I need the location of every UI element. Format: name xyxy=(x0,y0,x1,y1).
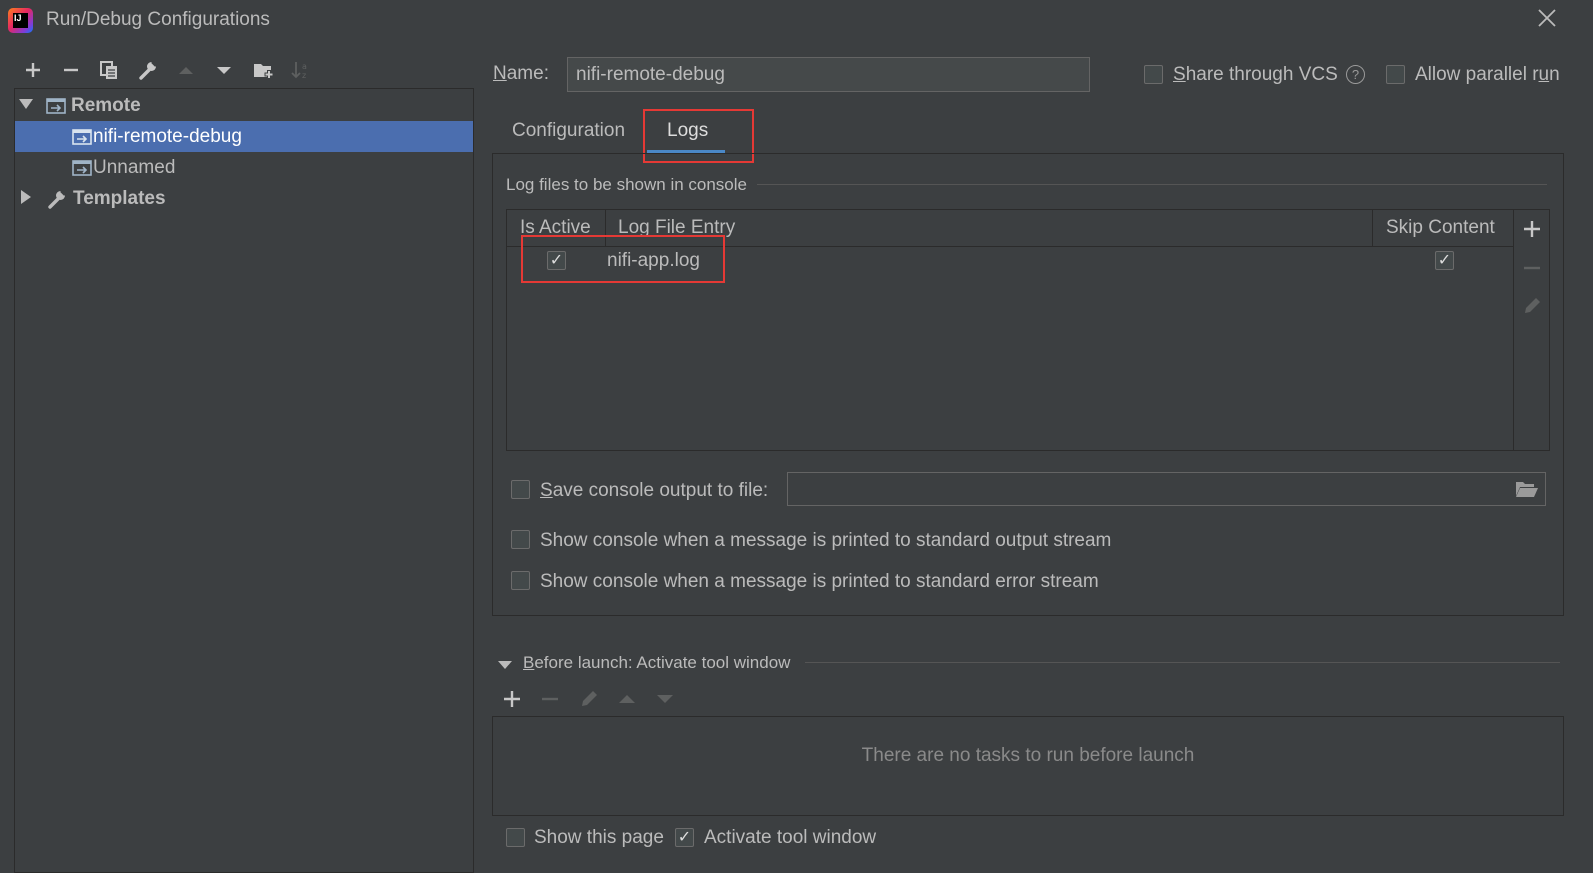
remove-icon xyxy=(539,688,561,710)
remote-config-icon xyxy=(45,96,67,116)
move-down-icon xyxy=(654,688,676,710)
remove-icon[interactable] xyxy=(59,58,83,82)
add-icon[interactable] xyxy=(501,688,523,710)
table-side-toolbar xyxy=(1514,209,1550,451)
allow-parallel-checkbox[interactable] xyxy=(1386,65,1405,84)
move-up-icon xyxy=(616,688,638,710)
new-folder-icon[interactable] xyxy=(252,58,276,82)
add-icon[interactable] xyxy=(1521,218,1543,240)
section-separator xyxy=(805,662,1560,663)
log-files-section-title: Log files to be shown in console xyxy=(506,175,747,194)
save-console-output-label: Save console output to file: xyxy=(540,480,769,501)
collapse-arrow-icon[interactable] xyxy=(19,188,33,210)
highlight-box-log-entry xyxy=(521,235,725,283)
save-output-path-input[interactable] xyxy=(787,472,1546,506)
name-label: Name: xyxy=(493,63,549,84)
wrench-icon[interactable] xyxy=(136,58,160,82)
show-console-stderr-checkbox[interactable] xyxy=(511,571,530,590)
tree-item-label: nifi-remote-debug xyxy=(93,125,242,147)
expand-arrow-icon[interactable] xyxy=(19,95,33,117)
activate-tool-window-label: Activate tool window xyxy=(704,827,877,848)
wrench-icon xyxy=(47,189,69,209)
column-divider xyxy=(1372,210,1373,246)
name-input[interactable]: nifi-remote-debug xyxy=(567,57,1090,92)
show-this-page-checkbox[interactable] xyxy=(506,828,525,847)
tree-label-templates: Templates xyxy=(73,187,166,209)
activate-tool-window-checkbox[interactable]: ✓ xyxy=(675,828,694,847)
before-launch-empty-text: There are no tasks to run before launch xyxy=(861,745,1195,766)
show-console-stderr-label: Show console when a message is printed t… xyxy=(540,571,1099,592)
tree-node-templates[interactable]: Templates xyxy=(15,183,473,214)
folder-browse-icon[interactable] xyxy=(1515,479,1539,501)
save-console-output-checkbox[interactable] xyxy=(511,480,530,499)
edit-pencil-icon xyxy=(578,688,600,710)
allow-parallel-label: Allow parallel run xyxy=(1415,64,1560,85)
tree-node-remote[interactable]: Remote xyxy=(15,90,473,121)
svg-text:z: z xyxy=(302,71,306,80)
before-launch-title[interactable]: Before launch: Activate tool window xyxy=(523,653,790,673)
svg-text:a: a xyxy=(302,62,307,71)
share-vcs-label: Share through VCS xyxy=(1173,64,1338,85)
help-icon[interactable]: ? xyxy=(1346,65,1365,84)
sort-icon: az xyxy=(289,58,313,82)
show-this-page-label: Show this page xyxy=(534,827,664,848)
tree-item-label: Unnamed xyxy=(93,156,176,178)
show-console-stdout-checkbox[interactable] xyxy=(511,530,530,549)
share-vcs-checkbox[interactable] xyxy=(1144,65,1163,84)
copy-icon[interactable] xyxy=(97,58,121,82)
tree-label-remote: Remote xyxy=(71,94,141,116)
move-down-icon[interactable] xyxy=(212,58,236,82)
remote-config-icon xyxy=(71,127,93,147)
skip-content-checkbox[interactable]: ✓ xyxy=(1435,251,1454,270)
tab-configuration[interactable]: Configuration xyxy=(512,112,625,154)
tree-item-unnamed[interactable]: Unnamed xyxy=(15,152,473,183)
show-console-stdout-label: Show console when a message is printed t… xyxy=(540,530,1112,551)
move-up-icon xyxy=(174,58,198,82)
tree-item-nifi-remote-debug[interactable]: nifi-remote-debug xyxy=(15,121,473,152)
edit-pencil-icon xyxy=(1521,295,1543,317)
section-separator xyxy=(757,184,1547,185)
window-title: Run/Debug Configurations xyxy=(46,9,270,30)
close-icon[interactable] xyxy=(1534,6,1560,32)
intellij-logo-icon: IJ xyxy=(8,8,33,33)
add-icon[interactable] xyxy=(21,58,45,82)
remote-config-icon xyxy=(71,158,93,178)
remove-icon xyxy=(1521,257,1543,279)
column-header-skip-content[interactable]: Skip Content xyxy=(1386,210,1495,246)
collapse-arrow-icon[interactable] xyxy=(497,656,513,670)
